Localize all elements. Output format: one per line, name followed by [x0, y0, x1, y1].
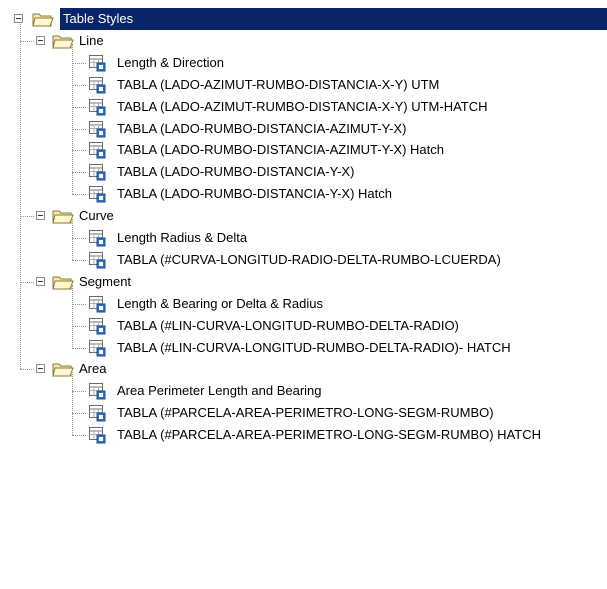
- tree-connector: [72, 62, 86, 64]
- tree-node-label: Length & Bearing or Delta & Radius: [117, 295, 323, 311]
- table-styles-tree: Table Styles Line Length & Direction TAB…: [0, 0, 607, 589]
- tree-connector: [72, 84, 86, 86]
- tree-node-area[interactable]: Area: [0, 358, 607, 380]
- tree-node-label: Length & Direction: [117, 54, 224, 70]
- table-style-icon: [88, 426, 106, 444]
- table-style-icon: [88, 76, 106, 94]
- tree-connector: [20, 40, 34, 42]
- tree-node-label: TABLA (LADO-RUMBO-DISTANCIA-Y-X) Hatch: [117, 186, 392, 202]
- tree-connector: [72, 106, 86, 108]
- table-style-icon: [88, 185, 106, 203]
- tree-node-label: TABLA (LADO-AZIMUT-RUMBO-DISTANCIA-X-Y) …: [117, 76, 440, 92]
- tree-node-table-style[interactable]: TABLA (LADO-RUMBO-DISTANCIA-Y-X) Hatch: [0, 183, 607, 205]
- tree-connector: [20, 22, 21, 370]
- tree-connector: [72, 391, 86, 393]
- table-style-icon: [88, 163, 106, 181]
- tree-node-table-style[interactable]: Length & Bearing or Delta & Radius: [0, 293, 607, 315]
- tree-connector: [72, 238, 86, 239]
- open-folder-icon: [52, 361, 74, 377]
- tree-node-table-style[interactable]: TABLA (#LIN-CURVA-LONGITUD-RUMBO-DELTA-R…: [0, 337, 607, 359]
- tree-node-table-style[interactable]: Area Perimeter Length and Bearing: [0, 380, 607, 402]
- tree-node-table-style[interactable]: TABLA (#LIN-CURVA-LONGITUD-RUMBO-DELTA-R…: [0, 315, 607, 337]
- tree-node-table-style[interactable]: TABLA (#PARCELA-AREA-PERIMETRO-LONG-SEGM…: [0, 424, 607, 446]
- tree-node-table-style[interactable]: TABLA (LADO-RUMBO-DISTANCIA-AZIMUT-Y-X) …: [0, 139, 607, 161]
- tree-node-table-style[interactable]: TABLA (LADO-AZIMUT-RUMBO-DISTANCIA-X-Y) …: [0, 96, 607, 118]
- tree-connector: [72, 259, 86, 261]
- tree-connector: [72, 150, 86, 152]
- open-folder-icon: [52, 274, 74, 290]
- collapse-toggle[interactable]: [36, 35, 45, 45]
- tree-connector: [20, 369, 34, 371]
- collapse-toggle[interactable]: [36, 276, 45, 286]
- tree-node-table-style[interactable]: Length Radius & Delta: [0, 227, 607, 249]
- table-style-icon: [88, 141, 106, 159]
- tree-connector: [20, 216, 34, 218]
- tree-connector: [72, 128, 86, 130]
- selection-highlight: [60, 8, 607, 30]
- tree-node-label: TABLA (#PARCELA-AREA-PERIMETRO-LONG-SEGM…: [117, 427, 541, 443]
- tree-node-curve[interactable]: Curve: [0, 205, 607, 227]
- tree-node-table-style[interactable]: TABLA (#CURVA-LONGITUD-RADIO-DELTA-RUMBO…: [0, 249, 607, 271]
- tree-connector: [20, 281, 34, 283]
- tree-node-label: TABLA (LADO-RUMBO-DISTANCIA-AZIMUT-Y-X): [117, 120, 407, 136]
- tree-connector: [72, 172, 86, 174]
- open-folder-icon: [52, 208, 74, 224]
- tree-connector: [72, 303, 86, 305]
- tree-node-label: Curve: [79, 208, 114, 224]
- tree-node-line[interactable]: Line: [0, 30, 607, 52]
- tree-node-table-style[interactable]: TABLA (LADO-RUMBO-DISTANCIA-Y-X): [0, 161, 607, 183]
- tree-node-label: TABLA (#CURVA-LONGITUD-RADIO-DELTA-RUMBO…: [117, 251, 501, 267]
- table-style-icon: [88, 251, 106, 269]
- table-style-icon: [88, 229, 106, 247]
- tree-connector: [72, 194, 86, 196]
- collapse-toggle[interactable]: [36, 211, 45, 221]
- tree-node-label: Line: [79, 32, 104, 48]
- tree-node-label: Table Styles: [63, 11, 134, 26]
- tree-node-table-styles[interactable]: Table Styles: [0, 8, 607, 30]
- tree-node-label: Segment: [79, 273, 132, 289]
- open-folder-icon: [32, 11, 54, 27]
- tree-node-segment[interactable]: Segment: [0, 271, 607, 293]
- tree-connector: [72, 435, 86, 437]
- tree-connector: [72, 284, 73, 348]
- tree-node-table-style[interactable]: TABLA (#PARCELA-AREA-PERIMETRO-LONG-SEGM…: [0, 402, 607, 424]
- table-style-icon: [88, 382, 106, 400]
- table-style-icon: [88, 120, 106, 138]
- table-style-icon: [88, 317, 106, 335]
- table-style-icon: [88, 54, 106, 72]
- tree-node-table-style[interactable]: TABLA (LADO-AZIMUT-RUMBO-DISTANCIA-X-Y) …: [0, 74, 607, 96]
- open-folder-icon: [52, 33, 74, 49]
- tree-connector: [72, 372, 73, 436]
- collapse-toggle[interactable]: [14, 14, 23, 23]
- tree-node-label: Area: [79, 361, 107, 377]
- table-style-icon: [88, 295, 106, 313]
- table-style-icon: [88, 98, 106, 116]
- tree-node-label: TABLA (#LIN-CURVA-LONGITUD-RUMBO-DELTA-R…: [117, 317, 459, 333]
- tree-node-label: Area Perimeter Length and Bearing: [117, 383, 322, 399]
- table-style-icon: [88, 339, 106, 357]
- tree-connector: [72, 219, 73, 260]
- tree-node-label: TABLA (#LIN-CURVA-LONGITUD-RUMBO-DELTA-R…: [117, 339, 511, 355]
- table-style-icon: [88, 404, 106, 422]
- tree-node-label: TABLA (LADO-RUMBO-DISTANCIA-AZIMUT-Y-X) …: [117, 142, 444, 158]
- tree-node-label: TABLA (LADO-AZIMUT-RUMBO-DISTANCIA-X-Y) …: [117, 98, 488, 114]
- tree-node-label: Length Radius & Delta: [117, 230, 248, 245]
- tree-connector: [72, 413, 86, 415]
- tree-node-label: TABLA (LADO-RUMBO-DISTANCIA-Y-X): [117, 164, 355, 180]
- tree-node-label: TABLA (#PARCELA-AREA-PERIMETRO-LONG-SEGM…: [117, 405, 494, 421]
- tree-connector: [72, 347, 86, 349]
- tree-connector: [72, 43, 73, 195]
- tree-node-table-style[interactable]: TABLA (LADO-RUMBO-DISTANCIA-AZIMUT-Y-X): [0, 118, 607, 140]
- collapse-toggle[interactable]: [36, 364, 45, 374]
- tree-connector: [72, 325, 86, 327]
- tree-node-table-style[interactable]: Length & Direction: [0, 52, 607, 74]
